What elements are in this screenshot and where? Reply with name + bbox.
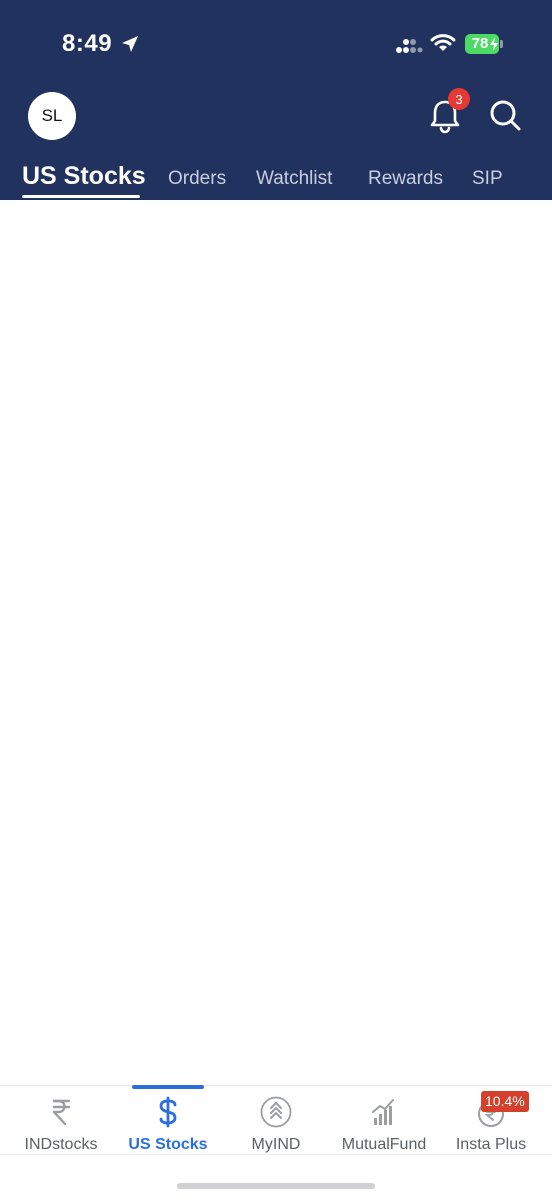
bottom-navigation: INDstocks US Stocks MyIND MutualFund Ins… — [0, 1085, 552, 1200]
nav-item-mutualfund[interactable]: MutualFund — [329, 1086, 439, 1161]
search-icon[interactable] — [488, 98, 522, 132]
nav-label: INDstocks — [24, 1136, 98, 1153]
rupee-icon — [52, 1099, 71, 1126]
notification-badge: 3 — [448, 88, 470, 110]
tab-orders[interactable]: Orders — [168, 168, 226, 190]
signal-icon — [396, 39, 423, 53]
nav-item-us-stocks[interactable]: US Stocks — [113, 1086, 223, 1161]
tab-sip[interactable]: SIP — [472, 168, 503, 190]
nav-label: US Stocks — [128, 1136, 208, 1153]
location-arrow-icon — [122, 36, 138, 52]
home-indicator[interactable] — [177, 1183, 375, 1189]
tab-us-stocks[interactable]: US Stocks — [22, 162, 146, 191]
top-tabs: US Stocks Orders Watchlist Rewards SIP — [0, 158, 552, 200]
battery-charging-icon: 78 — [465, 34, 503, 54]
tab-watchlist[interactable]: Watchlist — [256, 168, 332, 190]
nav-item-indstocks[interactable]: INDstocks — [6, 1086, 116, 1161]
promo-rate-badge: 10.4% — [481, 1091, 529, 1112]
profile-avatar[interactable]: SL — [28, 92, 76, 140]
chevrons-up-icon — [260, 1096, 292, 1128]
wifi-icon — [430, 34, 456, 51]
bolt-icon — [490, 37, 498, 51]
main-content — [0, 200, 552, 1085]
active-tab-underline — [22, 195, 140, 198]
tab-rewards[interactable]: Rewards — [368, 168, 443, 190]
nav-item-myind[interactable]: MyIND — [221, 1086, 331, 1161]
dollar-icon — [159, 1096, 177, 1128]
nav-label: Insta Plus — [455, 1136, 527, 1153]
nav-label: MyIND — [251, 1136, 301, 1153]
battery-cap — [500, 40, 503, 48]
status-time: 8:49 — [62, 30, 113, 57]
screen: 8:49 78 SL 3 US Stocks Orders Watchlist … — [0, 0, 552, 1200]
nav-label: MutualFund — [341, 1136, 427, 1153]
app-header: 8:49 78 SL 3 US Stocks Orders Watchlist … — [0, 0, 552, 200]
bar-chart-icon — [372, 1099, 394, 1125]
nav-divider — [0, 1154, 552, 1155]
